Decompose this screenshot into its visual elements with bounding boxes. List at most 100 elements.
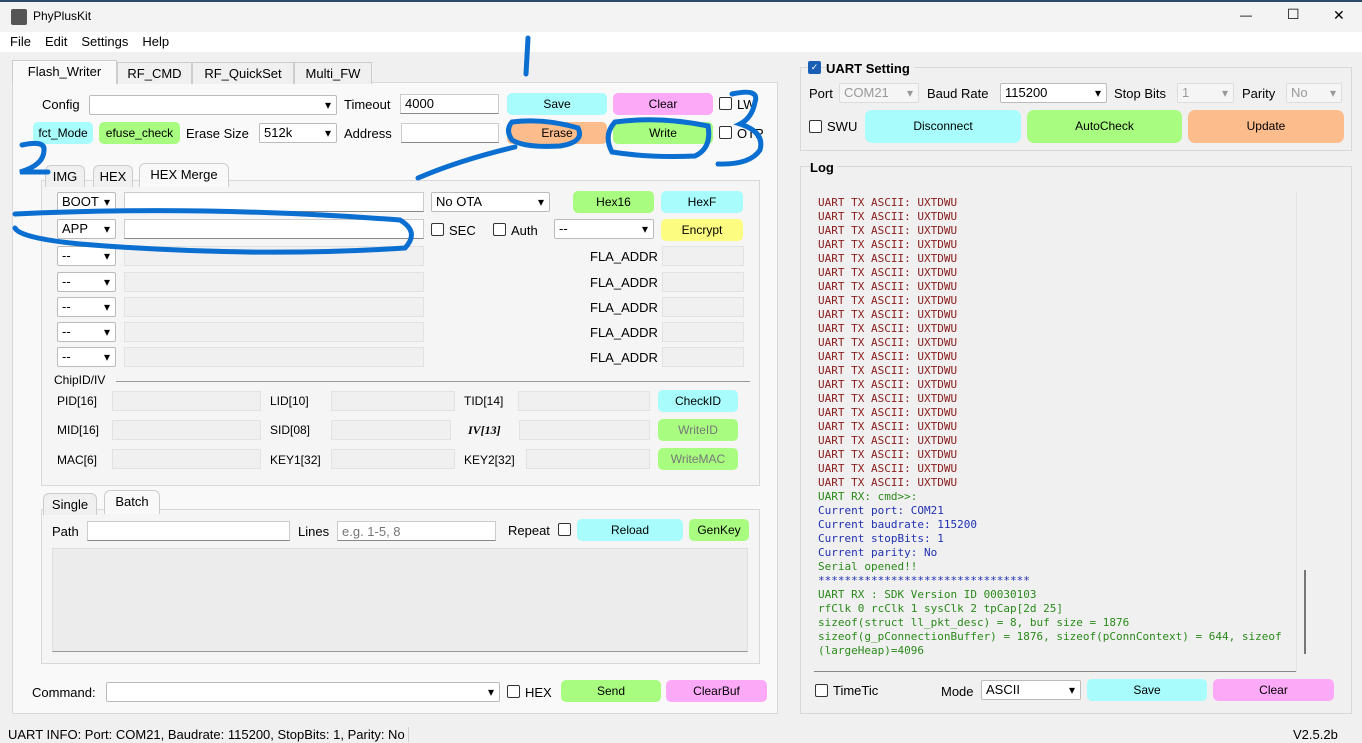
lines-input[interactable] [337, 521, 496, 541]
boot-path-input[interactable] [124, 192, 424, 212]
fla-addr-input[interactable] [662, 297, 744, 317]
app-path-input[interactable] [124, 219, 424, 239]
write-id-button[interactable]: WriteID [658, 419, 738, 441]
extra-path-input[interactable] [124, 347, 424, 367]
extra-select[interactable]: -- [57, 246, 116, 266]
tab-hex-merge[interactable]: HEX Merge [139, 163, 229, 187]
mac-input[interactable] [112, 449, 261, 469]
tab-single[interactable]: Single [43, 493, 97, 515]
sid-input[interactable] [331, 420, 451, 440]
iv-input[interactable] [519, 420, 650, 440]
erase-button[interactable]: Erase [507, 122, 607, 144]
hexf-button[interactable]: HexF [661, 191, 743, 213]
maximize-button[interactable]: ☐ [1287, 6, 1300, 23]
extra-select[interactable]: -- [57, 297, 116, 317]
extra-path-input[interactable] [124, 272, 424, 292]
fla-addr-input[interactable] [662, 347, 744, 367]
app-select[interactable]: APP [57, 219, 116, 239]
log-save-button[interactable]: Save [1087, 679, 1207, 701]
stop-bits-select[interactable]: 1 [1177, 83, 1234, 103]
key2-input[interactable] [526, 449, 650, 469]
title-bar: PhyPlusKit — ☐ ✕ [0, 0, 1362, 32]
disconnect-button[interactable]: Disconnect [865, 110, 1021, 143]
lw-checkbox[interactable] [719, 97, 732, 110]
tab-batch[interactable]: Batch [104, 490, 160, 514]
batch-list[interactable] [52, 548, 748, 652]
port-select[interactable]: COM21 [839, 83, 919, 103]
efuse-check-button[interactable]: efuse_check [99, 122, 180, 144]
log-title: Log [810, 160, 837, 175]
encrypt-button[interactable]: Encrypt [661, 219, 743, 241]
address-input[interactable] [401, 123, 499, 143]
genkey-button[interactable]: GenKey [689, 519, 749, 541]
key1-input[interactable] [331, 449, 455, 469]
mode-select[interactable]: ASCII [981, 680, 1081, 700]
tid-input[interactable] [518, 391, 650, 411]
auth-select[interactable]: -- [554, 219, 654, 239]
check-id-button[interactable]: CheckID [658, 390, 738, 412]
extra-select[interactable]: -- [57, 347, 116, 367]
menu-help[interactable]: Help [142, 34, 169, 49]
reload-button[interactable]: Reload [577, 519, 683, 541]
fla-addr-input[interactable] [662, 246, 744, 266]
hex16-button[interactable]: Hex16 [573, 191, 654, 213]
tab-rf-quickset[interactable]: RF_QuickSet [192, 62, 294, 84]
parity-select[interactable]: No [1286, 83, 1342, 103]
repeat-checkbox[interactable] [558, 523, 571, 536]
ota-select[interactable]: No OTA [431, 192, 550, 212]
menu-settings[interactable]: Settings [81, 34, 128, 49]
menu-edit[interactable]: Edit [45, 34, 67, 49]
autocheck-button[interactable]: AutoCheck [1027, 110, 1182, 143]
command-input[interactable] [106, 682, 500, 702]
hex-checkbox[interactable] [507, 685, 520, 698]
fla-addr-input[interactable] [662, 322, 744, 342]
tab-multi-fw[interactable]: Multi_FW [294, 62, 372, 84]
path-input[interactable] [87, 521, 290, 541]
log-clear-button[interactable]: Clear [1213, 679, 1334, 701]
log-line: Current stopBits: 1 [818, 532, 944, 545]
erase-size-select[interactable]: 512k [259, 123, 337, 143]
pid-input[interactable] [112, 391, 261, 411]
baud-select[interactable]: 115200 [1000, 83, 1107, 103]
send-button[interactable]: Send [561, 680, 661, 702]
close-button[interactable]: ✕ [1333, 7, 1345, 24]
config-select[interactable] [89, 95, 337, 115]
lid-input[interactable] [331, 391, 455, 411]
timetic-checkbox[interactable] [815, 684, 828, 697]
tab-flash-writer[interactable]: Flash_Writer [12, 60, 117, 84]
timeout-input[interactable]: 4000 [400, 94, 499, 114]
scrollbar-thumb[interactable] [1304, 570, 1306, 654]
clearbuf-button[interactable]: ClearBuf [666, 680, 767, 702]
fct-mode-button[interactable]: fct_Mode [33, 122, 93, 144]
extra-select[interactable]: -- [57, 322, 116, 342]
log-output[interactable]: UART TX ASCII: UXTDWU UART TX ASCII: UXTD… [814, 192, 1296, 672]
swu-checkbox[interactable] [809, 120, 822, 133]
log-scrollbar[interactable] [1296, 192, 1312, 672]
extra-select[interactable]: -- [57, 272, 116, 292]
log-line: UART RX: cmd>>: [818, 490, 918, 503]
iv-label: IV[13] [468, 423, 501, 437]
extra-path-input[interactable] [124, 297, 424, 317]
extra-path-input[interactable] [124, 322, 424, 342]
tab-rf-cmd[interactable]: RF_CMD [117, 62, 192, 84]
config-label: Config [42, 97, 80, 112]
write-mac-button[interactable]: WriteMAC [658, 448, 738, 470]
uart-enable-checkbox[interactable]: ✓ [808, 61, 821, 74]
clear-config-button[interactable]: Clear [613, 93, 713, 115]
update-button[interactable]: Update [1188, 110, 1344, 143]
mid-input[interactable] [112, 420, 261, 440]
sec-checkbox[interactable] [431, 223, 444, 236]
tab-img[interactable]: IMG [45, 165, 85, 187]
fla-addr-input[interactable] [662, 272, 744, 292]
boot-select[interactable]: BOOT [57, 192, 116, 212]
otp-checkbox[interactable] [719, 126, 732, 139]
write-button[interactable]: Write [613, 122, 713, 144]
minimize-button[interactable]: — [1240, 8, 1252, 22]
log-line: UART TX ASCII: UXTDWU [818, 420, 958, 433]
auth-checkbox[interactable] [493, 223, 506, 236]
extra-path-input[interactable] [124, 246, 424, 266]
tab-hex[interactable]: HEX [93, 165, 133, 187]
menu-file[interactable]: File [10, 34, 31, 49]
save-config-button[interactable]: Save [507, 93, 607, 115]
log-line: UART TX ASCII: UXTDWU [818, 406, 958, 419]
